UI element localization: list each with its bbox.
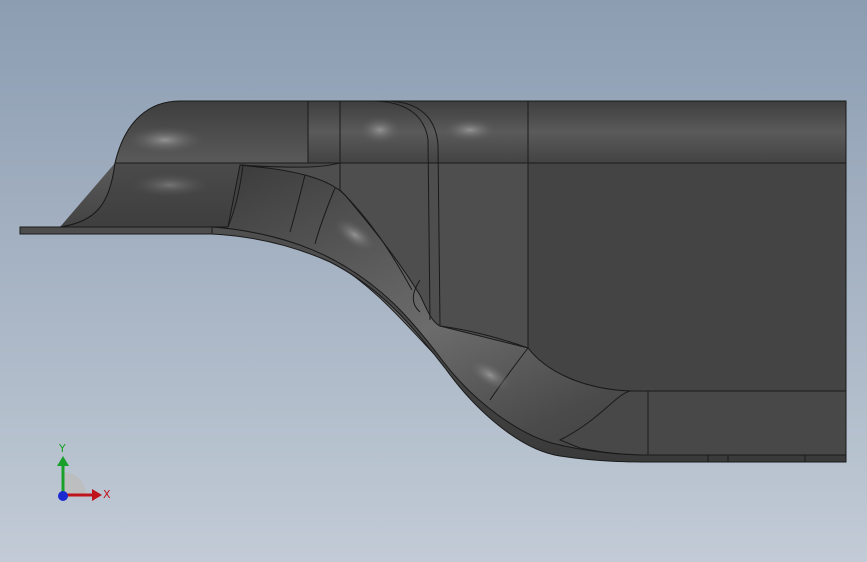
graphics-viewport[interactable]: Y X <box>0 0 867 562</box>
coordinate-triad: Y X <box>57 442 111 501</box>
triad-y-label: Y <box>58 442 66 455</box>
triad-z-axis <box>58 491 68 501</box>
triad-plane-quadrant <box>63 472 86 495</box>
highlight <box>125 126 205 154</box>
triad-x-arrow <box>92 489 102 501</box>
highlight <box>358 116 402 144</box>
left-flange <box>19 226 213 235</box>
highlight <box>442 118 498 142</box>
right-main-face <box>527 162 847 392</box>
highlight <box>130 173 210 197</box>
triad-x-label: X <box>103 488 111 501</box>
triad-y-arrow <box>57 456 69 466</box>
part-model[interactable] <box>0 0 867 562</box>
